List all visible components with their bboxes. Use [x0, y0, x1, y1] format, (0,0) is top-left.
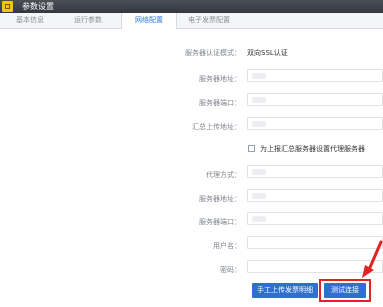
proxy-server-address-input[interactable] [247, 189, 383, 202]
redacted-value [252, 73, 266, 79]
proxy-mode-label: 代理方式： [206, 171, 241, 179]
redacted-value [252, 193, 266, 199]
manual-upload-button[interactable]: 手工上传发票明细 [252, 283, 318, 298]
red-arrow-icon [362, 240, 383, 278]
tab-network-config[interactable]: 网络配置 [121, 13, 177, 29]
proxy-mode-select[interactable] [247, 165, 383, 178]
redacted-value [252, 169, 266, 175]
auth-mode-value: 双向SSL认证 [247, 49, 288, 57]
tab-einvoice-config[interactable]: 电子发票配置 [180, 13, 238, 28]
redacted-value [252, 216, 266, 222]
proxy-checkbox[interactable] [248, 145, 255, 152]
server-address-label: 服务器地址： [199, 75, 241, 83]
server-port-input[interactable] [247, 93, 383, 106]
upload-address-input[interactable] [247, 117, 383, 130]
server-address-input[interactable] [247, 69, 383, 82]
test-connection-button[interactable]: 测试连接 [324, 283, 366, 298]
server-port-label: 服务器端口： [199, 99, 241, 107]
proxy-server-port-input[interactable] [247, 212, 383, 225]
proxy-server-port-label: 服务器端口： [199, 218, 241, 226]
title-bar: 参数设置 [0, 0, 383, 13]
password-label: 密码： [220, 266, 241, 274]
proxy-server-address-label: 服务器地址： [199, 195, 241, 203]
tab-bar: 基本信息 运行参数 网络配置 电子发票配置 [0, 13, 383, 29]
proxy-checkbox-label: 为上报汇总服务器设置代理服务器 [260, 145, 365, 153]
redacted-value [252, 121, 266, 127]
window-title: 参数设置 [22, 2, 54, 11]
username-label: 用户名： [213, 242, 241, 250]
auth-mode-label: 服务器认证模式： [185, 49, 241, 57]
tab-run-params[interactable]: 运行参数 [63, 13, 113, 28]
tab-basic-info[interactable]: 基本信息 [5, 13, 55, 28]
app-logo-icon [2, 1, 13, 12]
upload-address-label: 汇总上传地址： [192, 123, 241, 131]
redacted-value [252, 97, 266, 103]
